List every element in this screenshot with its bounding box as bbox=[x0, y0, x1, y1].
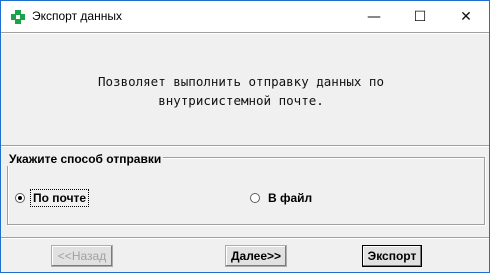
close-button[interactable]: ✕ bbox=[443, 1, 489, 32]
radio-by-mail[interactable]: По почте bbox=[15, 189, 90, 207]
export-button[interactable]: Экспорт bbox=[362, 245, 422, 267]
minimize-button[interactable]: — bbox=[351, 1, 397, 32]
description-line-2: внутрисистемной почте. bbox=[158, 93, 324, 108]
window-title: Экспорт данных bbox=[32, 9, 122, 23]
footer-divider bbox=[1, 237, 489, 239]
description-line-1: Позволяет выполнить отправку данных по bbox=[98, 74, 384, 89]
radio-checked-icon[interactable] bbox=[15, 193, 25, 203]
title-divider bbox=[1, 32, 489, 34]
maximize-button[interactable]: ☐ bbox=[397, 1, 443, 32]
content-divider bbox=[1, 145, 489, 147]
title-bar[interactable]: Экспорт данных — ☐ ✕ bbox=[1, 1, 489, 32]
delivery-group-title: Укажите способ отправки bbox=[7, 152, 164, 166]
radio-to-file[interactable]: В файл bbox=[250, 190, 314, 206]
export-dialog: Экспорт данных — ☐ ✕ Позволяет выполнить… bbox=[0, 0, 490, 273]
radio-by-mail-label[interactable]: По почте bbox=[29, 189, 90, 207]
radio-to-file-label[interactable]: В файл bbox=[266, 190, 314, 206]
next-button[interactable]: Далее>> bbox=[225, 245, 287, 267]
radio-unchecked-icon[interactable] bbox=[250, 193, 260, 203]
description-text: Позволяет выполнить отправку данных по в… bbox=[1, 72, 481, 110]
back-button[interactable]: <<Назад bbox=[51, 245, 113, 267]
green-cross-icon bbox=[11, 10, 25, 24]
